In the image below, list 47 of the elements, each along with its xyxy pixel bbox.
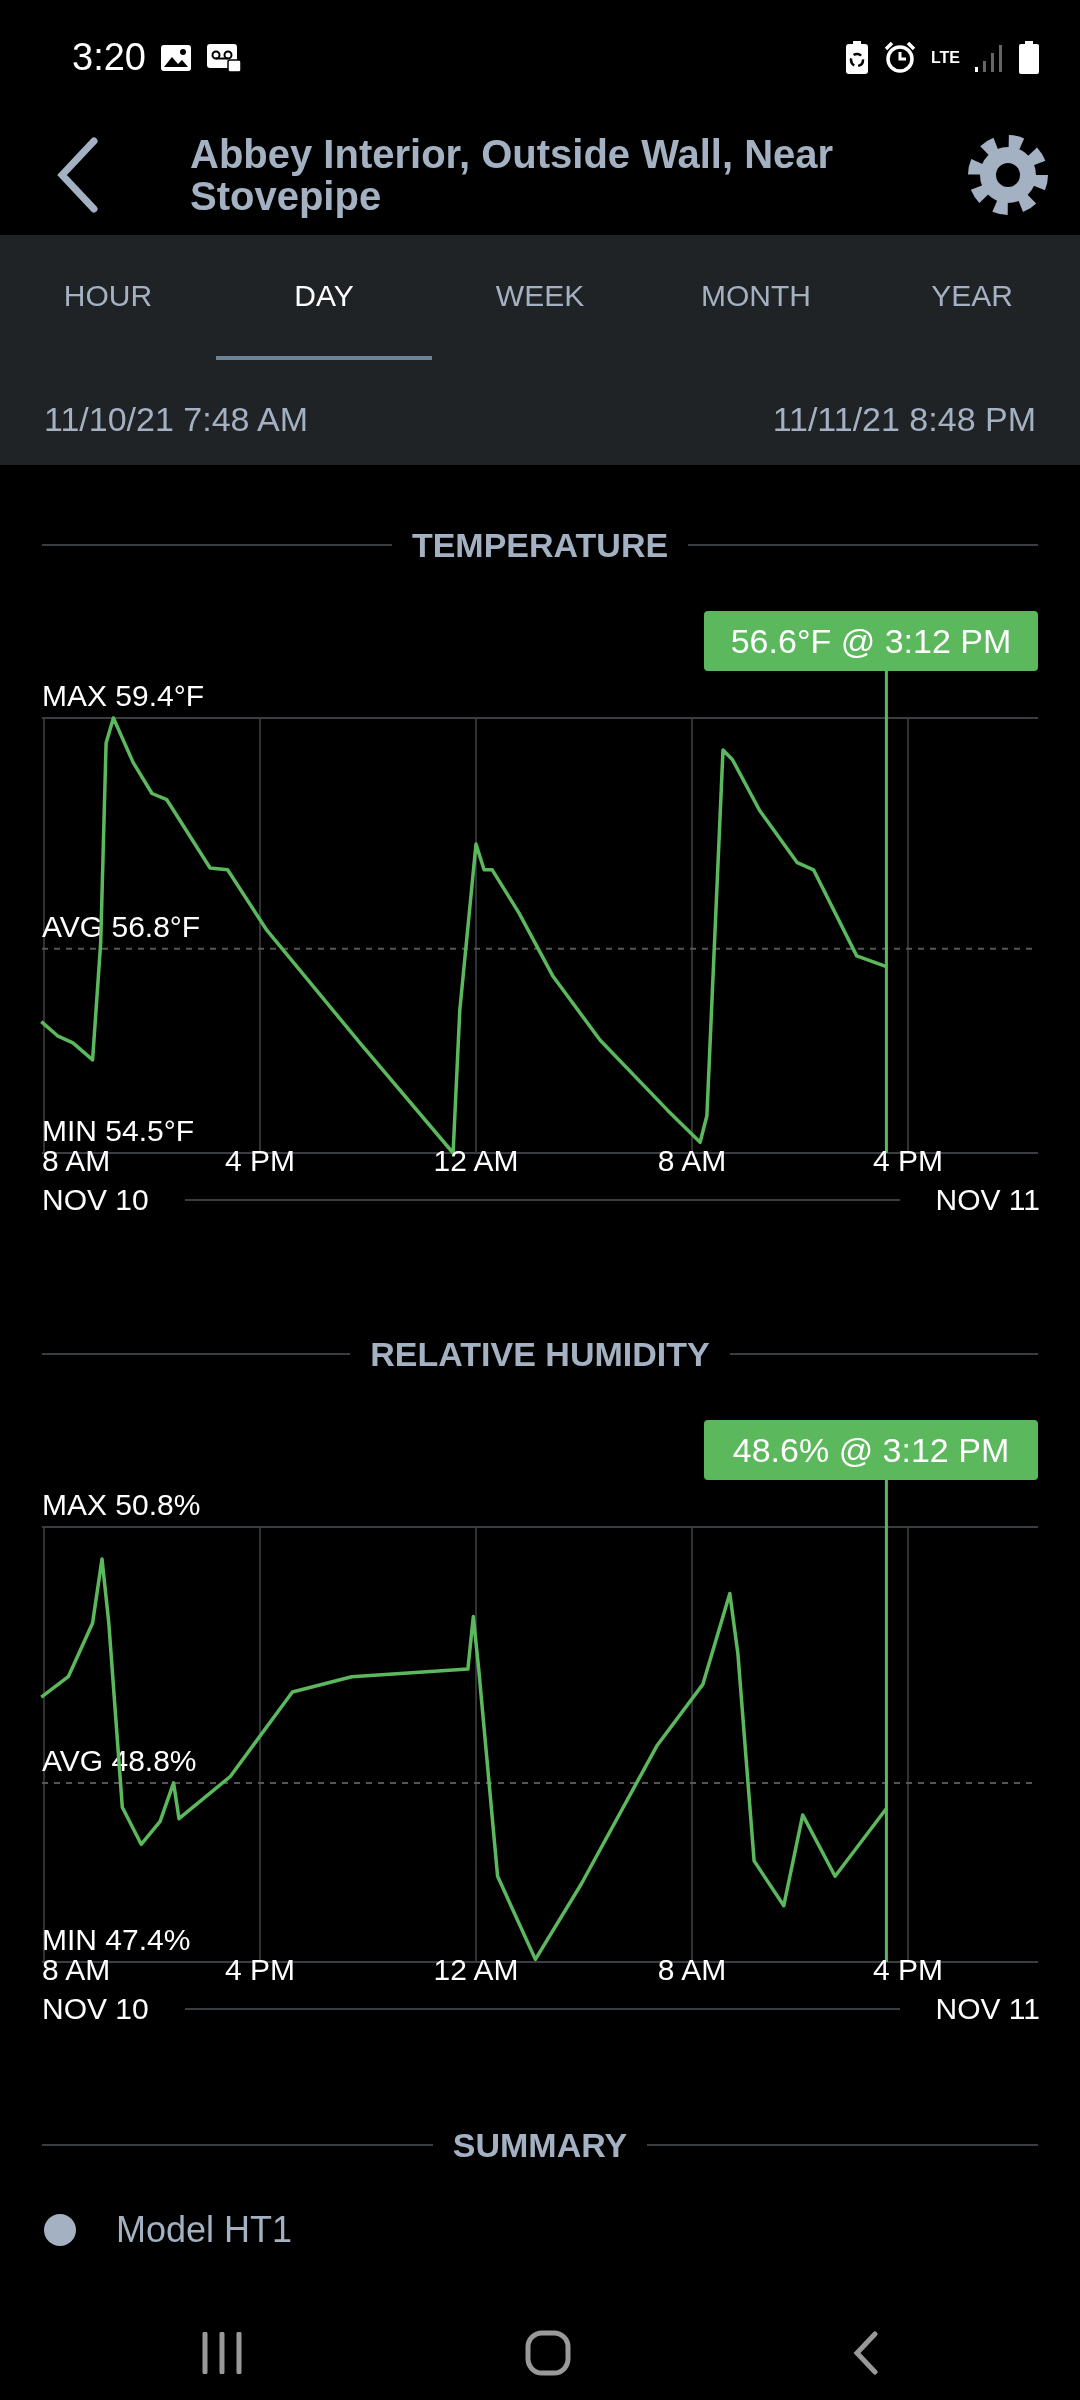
axis-label: 8 AM [657,1953,727,1986]
image-icon [159,43,192,72]
date-label: NOV 11 [935,1992,1040,2026]
period-tab[interactable]: MONTH [648,235,864,360]
average-label: AVG 56.8°F [42,909,201,943]
section-title: RELATIVE HUMIDITY [370,1334,710,1374]
value-tooltip: 56.6°F @ 3:12 PM [704,611,1038,671]
axis-label: 8 AM [42,1144,111,1177]
period-tab[interactable]: DAY [216,235,432,360]
range-end: 11/11/21 8:48 PM [772,400,1036,439]
date-label: NOV 10 [42,1992,149,2026]
axis-label: 12 AM [433,1953,519,1986]
back-icon[interactable] [56,137,100,213]
period-tab[interactable]: HOUR [0,235,216,360]
range-start: 11/10/21 7:48 AM [44,400,308,439]
status-time: 3:20 [72,36,146,79]
settings-icon[interactable] [966,133,1050,217]
alarm-icon [882,40,917,75]
status-dot [44,2214,76,2246]
battery-icon [1018,40,1040,75]
signal-icon [974,42,1004,73]
battery-saver-icon [844,40,869,75]
network-type: LTE [930,49,960,66]
max-label: MAX 50.8% [42,1488,201,1521]
axis-label: 8 AM [657,1144,727,1177]
back-icon[interactable] [853,2331,879,2375]
value-tooltip: 48.6% @ 3:12 PM [704,1420,1038,1480]
date-label: NOV 10 [42,1183,149,1217]
section-title: SUMMARY [452,2125,628,2165]
axis-label: 4 PM [873,1953,943,1986]
screen-title: Abbey Interior, Outside Wall, Near Stovepipe [190,133,835,217]
date-label: NOV 11 [935,1183,1040,1217]
recents-icon[interactable] [201,2332,243,2374]
section-title: TEMPERATURE [411,525,669,565]
min-label: MIN 47.4% [42,1923,191,1956]
axis-label: 4 PM [225,1953,295,1986]
period-tab[interactable]: WEEK [432,235,648,360]
voicemail-icon [205,42,242,73]
period-tab[interactable]: YEAR [864,235,1080,360]
axis-label: 8 AM [42,1953,111,1986]
axis-label: 12 AM [433,1144,519,1177]
max-label: MAX 59.4°F [42,679,205,712]
summary-item: Model HT1 [116,2209,293,2251]
axis-label: 4 PM [873,1144,943,1177]
home-icon[interactable] [525,2330,571,2376]
min-label: MIN 54.5°F [42,1114,195,1147]
axis-label: 4 PM [225,1144,295,1177]
